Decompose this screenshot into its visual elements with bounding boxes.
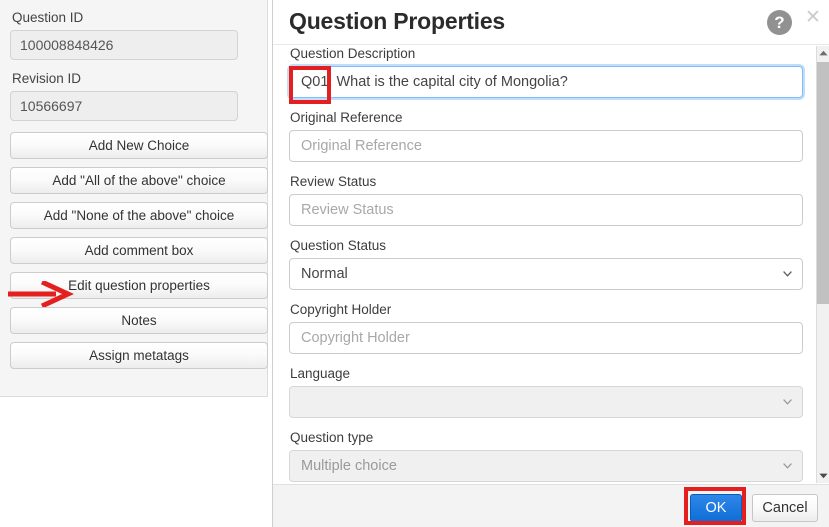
revision-id-value[interactable]: 10566697 [10,91,238,121]
question-type-select: Multiple choice [289,450,803,482]
review-status-label: Review Status [290,174,817,190]
scroll-up-button[interactable] [817,46,829,60]
add-none-of-the-above-choice-button[interactable]: Add "None of the above" choice [10,202,268,229]
close-icon[interactable]: ✕ [804,9,822,27]
dialog-header: Question Properties ? ✕ [273,0,829,45]
question-status-label: Question Status [290,238,817,254]
caret-up-icon [819,50,828,56]
language-select [289,386,803,418]
original-reference-input[interactable]: Original Reference [289,130,803,162]
field-group-question-status: Question Status Normal [289,238,817,290]
scrollbar-thumb[interactable] [817,62,829,304]
question-status-select-wrap: Normal [289,258,803,290]
screen: Question ID 100008848426 Revision ID 105… [0,0,829,527]
add-all-of-the-above-choice-button[interactable]: Add "All of the above" choice [10,167,268,194]
assign-metatags-button[interactable]: Assign metatags [10,342,268,369]
copyright-holder-input[interactable]: Copyright Holder [289,322,803,354]
field-group-question-type: Question type Multiple choice [289,430,817,482]
question-id-label: Question ID [12,10,257,26]
cancel-button[interactable]: Cancel [752,494,818,522]
field-group-question-description: Question Description Q01. What is the ca… [289,46,817,98]
field-group-copyright-holder: Copyright Holder Copyright Holder [289,302,817,354]
caret-down-icon [819,473,828,479]
properties-form: Question Description Q01. What is the ca… [289,46,817,483]
language-label: Language [290,366,817,382]
original-reference-label: Original Reference [290,110,817,126]
question-description-input[interactable]: Q01. What is the capital city of Mongoli… [289,66,803,98]
dialog-scrollbar[interactable] [816,46,829,483]
scroll-down-button[interactable] [817,469,829,483]
copyright-holder-label: Copyright Holder [290,302,817,318]
add-comment-box-button[interactable]: Add comment box [10,237,268,264]
dialog-body: Question Description Q01. What is the ca… [273,46,829,483]
notes-button[interactable]: Notes [10,307,268,334]
field-group-original-reference: Original Reference Original Reference [289,110,817,162]
review-status-input[interactable]: Review Status [289,194,803,226]
question-description-label: Question Description [290,46,817,62]
field-group-review-status: Review Status Review Status [289,174,817,226]
edit-question-properties-button[interactable]: Edit question properties [10,272,268,299]
dialog-footer: OK Cancel [273,484,829,527]
question-type-label: Question type [290,430,817,446]
question-properties-dialog: Question Properties ? ✕ Question Descrip… [272,0,829,527]
language-select-wrap [289,386,803,418]
revision-id-label: Revision ID [12,71,257,87]
question-tools-panel: Question ID 100008848426 Revision ID 105… [0,0,268,397]
question-type-select-wrap: Multiple choice [289,450,803,482]
ok-button[interactable]: OK [690,494,742,522]
add-new-choice-button[interactable]: Add New Choice [10,132,268,159]
dialog-title: Question Properties [289,8,505,35]
field-group-language: Language [289,366,817,418]
question-status-select[interactable]: Normal [289,258,803,290]
help-icon[interactable]: ? [767,10,792,35]
question-id-value[interactable]: 100008848426 [10,30,238,60]
